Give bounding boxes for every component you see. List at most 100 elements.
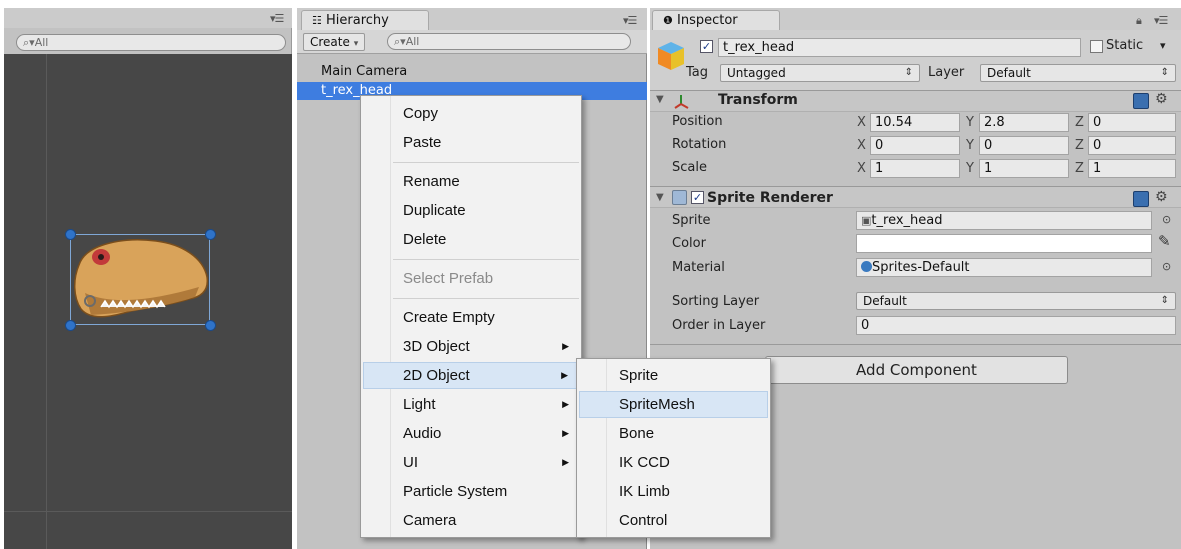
tab-inspector[interactable]: ❶ Inspector xyxy=(652,10,780,32)
color-field[interactable] xyxy=(856,234,1152,253)
object-name-field[interactable]: t_rex_head xyxy=(718,38,1081,57)
sprite-label: Sprite xyxy=(672,213,711,228)
menu-item-light[interactable]: Light ▶ xyxy=(363,391,579,418)
menu-item-particle-system[interactable]: Particle System xyxy=(363,478,579,505)
axis-x-label: X xyxy=(857,115,866,130)
menu-item-rename[interactable]: Rename xyxy=(363,168,579,195)
submenu-arrow-icon: ▶ xyxy=(562,428,569,438)
create-button[interactable]: Create ▾ xyxy=(303,33,366,51)
hierarchy-item-main-camera[interactable]: Main Camera xyxy=(297,63,647,81)
dropdown-arrow-icon[interactable]: ▾ xyxy=(1160,39,1166,52)
static-checkbox[interactable] xyxy=(1090,40,1103,53)
foldout-arrow-icon[interactable]: ▼ xyxy=(656,94,664,105)
t-rex-head-sprite xyxy=(74,239,209,318)
menu-separator xyxy=(393,259,579,260)
resize-handle-top-right[interactable] xyxy=(205,229,216,240)
resize-handle-top-left[interactable] xyxy=(65,229,76,240)
sprite-renderer-enabled-checkbox[interactable]: ✓ xyxy=(691,191,704,204)
menu-lines-icon[interactable]: ▾☰ xyxy=(270,12,284,25)
active-checkbox[interactable]: ✓ xyxy=(700,40,713,53)
submenu-item-sprite[interactable]: Sprite xyxy=(579,362,768,389)
submenu-item-ik-limb[interactable]: IK Limb xyxy=(579,478,768,505)
help-book-icon[interactable] xyxy=(1133,191,1149,207)
scale-z-field[interactable]: 1 xyxy=(1088,159,1176,178)
static-label: Static xyxy=(1106,38,1144,53)
menu-lines-icon[interactable]: ▾☰ xyxy=(1154,14,1168,27)
rotation-x-field[interactable]: 0 xyxy=(870,136,960,155)
submenu-arrow-icon: ▶ xyxy=(561,370,568,380)
transform-title: Transform xyxy=(718,92,798,108)
tag-dropdown[interactable]: Untagged ⇕ xyxy=(720,64,920,82)
dropdown-arrow-icon: ⇕ xyxy=(1160,295,1169,306)
layer-label: Layer xyxy=(928,65,965,80)
submenu-item-spritemesh[interactable]: SpriteMesh xyxy=(579,391,768,418)
dropdown-arrow-icon: ⇕ xyxy=(904,67,913,78)
scene-viewport[interactable] xyxy=(4,54,292,549)
menu-item-select-prefab: Select Prefab xyxy=(403,270,494,287)
material-label: Material xyxy=(672,260,725,275)
axis-z-label: Z xyxy=(1075,161,1084,176)
submenu-item-bone[interactable]: Bone xyxy=(579,420,768,447)
menu-item-duplicate[interactable]: Duplicate xyxy=(363,197,579,224)
sprite-renderer-icon xyxy=(672,190,687,205)
material-field[interactable]: Sprites-Default xyxy=(856,258,1152,277)
help-book-icon[interactable] xyxy=(1133,93,1149,109)
position-y-field[interactable]: 2.8 xyxy=(979,113,1069,132)
layer-dropdown[interactable]: Default ⇕ xyxy=(980,64,1176,82)
menu-item-camera[interactable]: Camera xyxy=(363,507,579,534)
resize-handle-bottom-left[interactable] xyxy=(65,320,76,331)
scale-y-field[interactable]: 1 xyxy=(979,159,1069,178)
hierarchy-toolbar: Create ▾ ⌕▾All xyxy=(297,30,647,54)
axis-z-label: Z xyxy=(1075,138,1084,153)
foldout-arrow-icon[interactable]: ▼ xyxy=(656,192,664,203)
add-component-button[interactable]: Add Component xyxy=(765,356,1068,384)
sorting-layer-dropdown[interactable]: Default ⇕ xyxy=(856,292,1176,310)
submenu-item-control[interactable]: Control xyxy=(579,507,768,534)
menu-lines-icon: ☷ xyxy=(312,14,322,27)
sprite-field[interactable]: ▣t_rex_head xyxy=(856,211,1152,230)
eyedropper-icon[interactable]: ✎ xyxy=(1158,232,1171,250)
scale-x-field[interactable]: 1 xyxy=(870,159,960,178)
submenu-arrow-icon: ▶ xyxy=(562,457,569,467)
axis-y-label: Y xyxy=(966,115,974,130)
submenu-arrow-icon: ▶ xyxy=(562,399,569,409)
menu-item-3d-object[interactable]: 3D Object ▶ xyxy=(363,333,579,360)
object-picker-icon[interactable]: ⊙ xyxy=(1162,260,1171,273)
order-in-layer-field[interactable]: 0 xyxy=(856,316,1176,335)
search-icon: ⌕▾ xyxy=(23,36,35,49)
rotation-z-field[interactable]: 0 xyxy=(1088,136,1176,155)
menu-lines-icon[interactable]: ▾☰ xyxy=(623,14,637,27)
gear-icon[interactable]: ⚙ xyxy=(1155,91,1168,107)
axis-x-label: X xyxy=(857,138,866,153)
tab-hierarchy[interactable]: ☷ Hierarchy xyxy=(301,10,429,32)
grid-line xyxy=(4,511,292,512)
sorting-layer-label: Sorting Layer xyxy=(672,294,760,309)
position-x-field[interactable]: 10.54 xyxy=(870,113,960,132)
sprite-selection-rect[interactable] xyxy=(70,234,210,325)
menu-item-audio[interactable]: Audio ▶ xyxy=(363,420,579,447)
submenu-arrow-icon: ▶ xyxy=(562,341,569,351)
sprite-asset-icon: ▣ xyxy=(861,214,872,227)
context-menu: Copy Paste Rename Duplicate Delete Selec… xyxy=(360,95,582,538)
object-picker-icon[interactable]: ⊙ xyxy=(1162,213,1171,226)
transform-icon xyxy=(674,95,689,109)
lock-icon[interactable]: 🔒︎ xyxy=(1136,14,1142,28)
hierarchy-search-input[interactable]: ⌕▾All xyxy=(387,33,631,50)
position-z-field[interactable]: 0 xyxy=(1088,113,1176,132)
menu-item-ui[interactable]: UI ▶ xyxy=(363,449,579,476)
menu-item-2d-object[interactable]: 2D Object ▶ xyxy=(363,362,579,389)
grid-line xyxy=(46,54,47,549)
rotation-label: Rotation xyxy=(672,137,727,152)
scene-search-input[interactable]: ⌕▾All xyxy=(16,34,286,51)
menu-item-copy[interactable]: Copy xyxy=(363,100,579,127)
resize-handle-bottom-right[interactable] xyxy=(205,320,216,331)
menu-item-delete[interactable]: Delete xyxy=(363,226,579,253)
rotation-y-field[interactable]: 0 xyxy=(979,136,1069,155)
axis-x-label: X xyxy=(857,161,866,176)
submenu-item-ik-ccd[interactable]: IK CCD xyxy=(579,449,768,476)
menu-item-paste[interactable]: Paste xyxy=(363,129,579,156)
scale-label: Scale xyxy=(672,160,707,175)
menu-item-create-empty[interactable]: Create Empty xyxy=(363,304,579,331)
order-in-layer-label: Order in Layer xyxy=(672,318,766,333)
gear-icon[interactable]: ⚙ xyxy=(1155,189,1168,205)
